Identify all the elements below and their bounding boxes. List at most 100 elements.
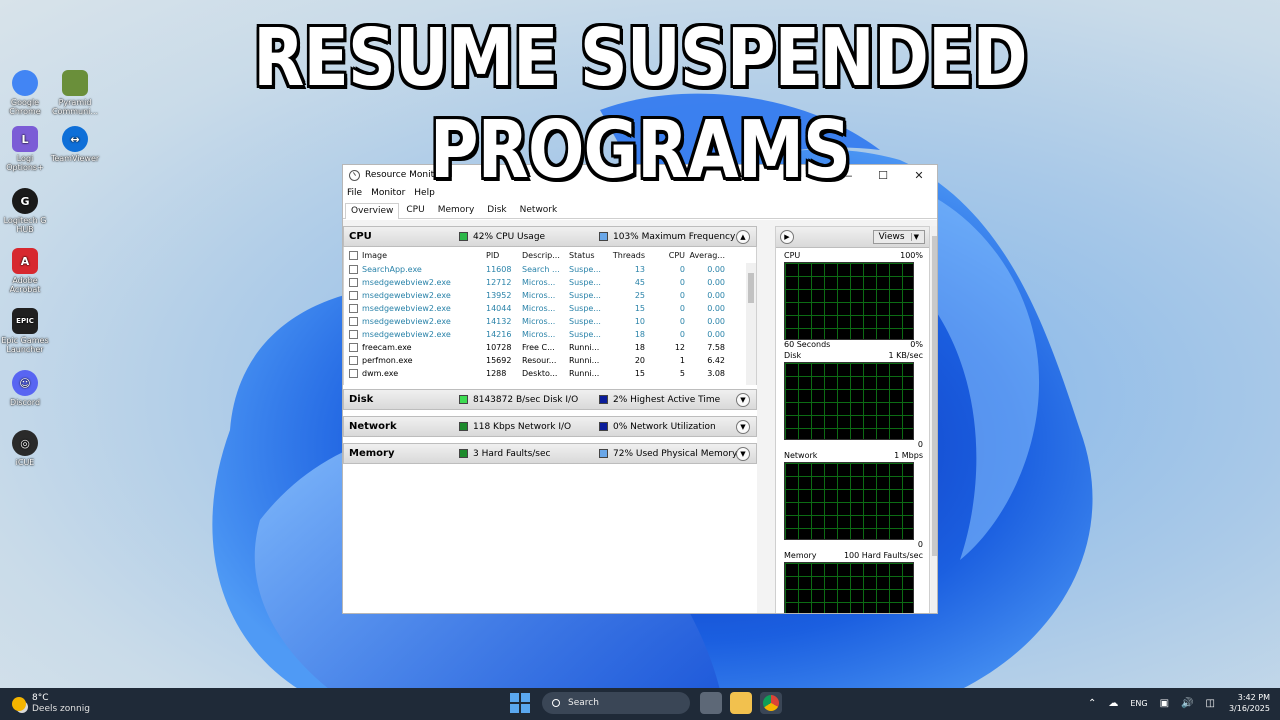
- cell-cpu: 0: [679, 317, 685, 326]
- cell-average: 0.00: [707, 278, 725, 287]
- cpu-graph: [784, 262, 914, 340]
- cell-status: Suspe...: [569, 278, 601, 287]
- chevron-down-icon[interactable]: ▼: [736, 447, 750, 461]
- chrome-icon: [12, 70, 38, 96]
- row-checkbox[interactable]: [349, 265, 358, 274]
- column-header-threads[interactable]: Threads: [609, 251, 649, 260]
- pyramid-icon: [62, 70, 88, 96]
- taskbar-search[interactable]: Search: [542, 692, 690, 714]
- cell-cpu: 0: [679, 265, 685, 274]
- row-checkbox[interactable]: [349, 278, 358, 287]
- chevron-right-icon[interactable]: ▶: [780, 230, 794, 244]
- chevron-up-icon[interactable]: ⌃: [1088, 698, 1096, 709]
- cell-average: 0.00: [707, 304, 725, 313]
- cell-pid: 14216: [486, 330, 512, 339]
- cell-image: msedgewebview2.exe: [362, 291, 451, 300]
- desktop-icon-teamviewer[interactable]: ↔ TeamViewer: [48, 126, 102, 163]
- row-checkbox[interactable]: [349, 369, 358, 378]
- tab-memory[interactable]: Memory: [432, 202, 481, 218]
- clock[interactable]: 3:42 PM 3/16/2025: [1229, 692, 1270, 714]
- cell-description: Free C...: [522, 343, 555, 352]
- section-title: Network: [349, 421, 397, 432]
- views-button[interactable]: Views ▼: [872, 230, 925, 244]
- chevron-up-icon[interactable]: ▲: [736, 230, 750, 244]
- network-section-header[interactable]: Network 118 Kbps Network I/O 0% Network …: [343, 416, 757, 437]
- select-all-checkbox[interactable]: [349, 250, 358, 260]
- cpu-process-table: Image PID Descrip... Status Threads CPU …: [343, 247, 757, 385]
- tab-cpu[interactable]: CPU: [400, 202, 430, 218]
- graph-max: 1 KB/sec: [888, 351, 923, 360]
- cell-pid: 14044: [486, 304, 512, 313]
- disk-section-header[interactable]: Disk 8143872 B/sec Disk I/O 2% Highest A…: [343, 389, 757, 410]
- row-checkbox[interactable]: [349, 317, 358, 326]
- column-header-image[interactable]: Image: [362, 251, 486, 260]
- file-explorer-icon[interactable]: [730, 692, 752, 714]
- column-header-cpu[interactable]: CPU: [649, 251, 689, 260]
- cell-pid: 15692: [486, 356, 512, 365]
- column-header-pid[interactable]: PID: [486, 251, 522, 260]
- table-row[interactable]: msedgewebview2.exe 14132 Micros... Suspe...…: [344, 315, 756, 328]
- task-view-icon[interactable]: [700, 692, 722, 714]
- table-row[interactable]: SearchApp.exe 11608 Search ... Suspe... 13 0 0…: [344, 263, 756, 276]
- overview-sections: CPU 42% CPU Usage 103% Maximum Frequency…: [343, 226, 757, 613]
- table-row[interactable]: msedgewebview2.exe 13952 Micros... Suspe...…: [344, 289, 756, 302]
- row-checkbox[interactable]: [349, 343, 358, 352]
- network-icon[interactable]: ▣: [1160, 698, 1169, 709]
- table-row[interactable]: msedgewebview2.exe 12712 Micros... Suspe...…: [344, 276, 756, 289]
- desktop-icon-discord[interactable]: ☺ Discord: [0, 370, 52, 407]
- cell-image: msedgewebview2.exe: [362, 317, 451, 326]
- row-checkbox[interactable]: [349, 291, 358, 300]
- chrome-taskbar-icon[interactable]: [760, 692, 782, 714]
- desktop-icon-logi-options[interactable]: L Logi Options+: [0, 126, 52, 172]
- teamviewer-icon: ↔: [62, 126, 88, 152]
- cell-image: msedgewebview2.exe: [362, 278, 451, 287]
- tab-overview[interactable]: Overview: [345, 203, 400, 219]
- weather-widget[interactable]: 8°C Deels zonnig: [12, 693, 90, 715]
- desktop-icon-pyramid[interactable]: Pyramid Communi...: [48, 70, 102, 116]
- volume-icon[interactable]: 🔊: [1181, 698, 1193, 709]
- video-headline: RESUME SUSPENDED PROGRAMS: [253, 12, 1027, 196]
- section-title: Memory: [349, 448, 395, 459]
- chevron-down-icon[interactable]: ▼: [736, 393, 750, 407]
- graph-max: 100 Hard Faults/sec: [843, 551, 923, 560]
- battery-icon[interactable]: ◫: [1206, 698, 1215, 709]
- taskbar-center: Search: [510, 692, 790, 714]
- column-header-average[interactable]: Averag...: [689, 251, 729, 260]
- cell-status: Suspe...: [569, 317, 601, 326]
- cell-pid: 14132: [486, 317, 512, 326]
- desktop-icon-icue[interactable]: ◎ iCUE: [0, 430, 52, 467]
- memory-section-header[interactable]: Memory 3 Hard Faults/sec 72% Used Physic…: [343, 443, 757, 464]
- tab-disk[interactable]: Disk: [481, 202, 512, 218]
- table-row[interactable]: perfmon.exe 15692 Resour... Runni... 20 1 6.42: [344, 354, 756, 367]
- table-row[interactable]: freecam.exe 10728 Free C... Runni... 18 12 7.5…: [344, 341, 756, 354]
- desktop-icon-logitech-g-hub[interactable]: G Logitech G HUB: [0, 188, 52, 234]
- table-row[interactable]: msedgewebview2.exe 14216 Micros... Suspe...…: [344, 328, 756, 341]
- memory-graph-block: Memory 100 Hard Faults/sec: [776, 551, 929, 613]
- cell-image: msedgewebview2.exe: [362, 304, 451, 313]
- row-checkbox[interactable]: [349, 330, 358, 339]
- graphs-scrollbar[interactable]: [931, 226, 937, 613]
- row-checkbox[interactable]: [349, 356, 358, 365]
- row-checkbox[interactable]: [349, 304, 358, 313]
- table-header-row: Image PID Descrip... Status Threads CPU …: [344, 247, 756, 263]
- chevron-down-icon[interactable]: ▼: [736, 420, 750, 434]
- tab-network[interactable]: Network: [514, 202, 564, 218]
- taskbar: 8°C Deels zonnig Search ⌃ ☁ ENG ▣ 🔊 ◫ 3:…: [0, 688, 1280, 720]
- network-utilization-swatch: [599, 422, 608, 431]
- desktop-icon-chrome[interactable]: Google Chrome: [0, 70, 52, 116]
- table-row[interactable]: dwm.exe 1288 Deskto... Runni... 15 5 3.08: [344, 367, 756, 380]
- acrobat-icon: A: [12, 248, 38, 274]
- desktop-icon-adobe-acrobat[interactable]: A Adobe Acrobat: [0, 248, 52, 294]
- cpu-table-scrollbar[interactable]: [746, 263, 756, 385]
- cloud-icon[interactable]: ☁: [1108, 698, 1118, 709]
- graph-min: 0: [917, 440, 923, 449]
- desktop-icon-epic-games[interactable]: EPIC Epic Games Launcher: [0, 308, 52, 354]
- discord-icon: ☺: [12, 370, 38, 396]
- column-header-description[interactable]: Descrip...: [522, 251, 569, 260]
- table-row[interactable]: msedgewebview2.exe 14044 Micros... Suspe...…: [344, 302, 756, 315]
- windows-start-icon[interactable]: [510, 693, 530, 713]
- cpu-section-header[interactable]: CPU 42% CPU Usage 103% Maximum Frequency…: [343, 226, 757, 247]
- cell-status: Suspe...: [569, 330, 601, 339]
- column-header-status[interactable]: Status: [569, 251, 609, 260]
- language-indicator[interactable]: ENG: [1130, 699, 1147, 708]
